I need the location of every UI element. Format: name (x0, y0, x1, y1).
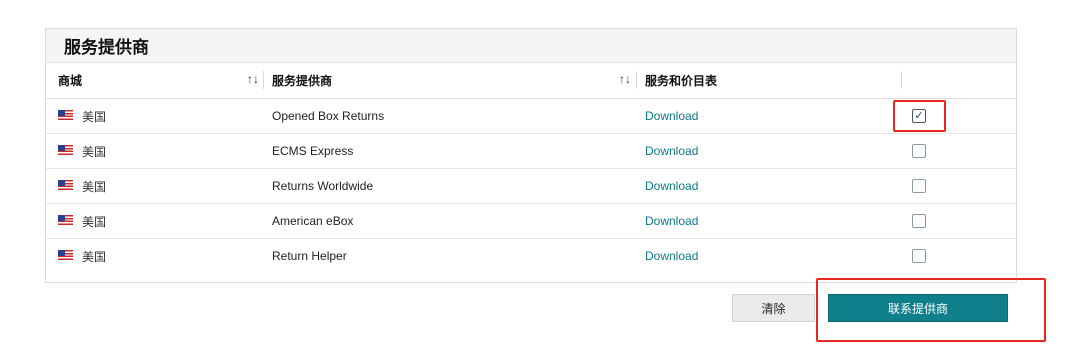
header-price-list: 服务和价目表 (645, 74, 718, 88)
provider-name: American eBox (272, 214, 354, 228)
header-marketplace: 商城 (58, 74, 83, 88)
provider-name: ECMS Express (272, 144, 354, 158)
download-link[interactable]: Download (645, 239, 698, 273)
panel-title: 服务提供商 (64, 38, 149, 57)
country-label: 美国 (82, 109, 107, 124)
contact-provider-button[interactable]: 联系提供商 (828, 294, 1008, 322)
row-checkbox[interactable] (912, 249, 926, 263)
provider-name: Returns Worldwide (272, 179, 374, 193)
us-flag-icon (58, 180, 73, 190)
panel-header: 服务提供商 (46, 29, 1016, 63)
row-checkbox[interactable] (912, 179, 926, 193)
table-row: 美国 Returns Worldwide Download (46, 169, 1016, 204)
header-provider: 服务提供商 (272, 74, 333, 88)
country-label: 美国 (82, 179, 107, 194)
sort-icon[interactable]: ↑↓ (619, 72, 631, 86)
sort-icon[interactable]: ↑↓ (247, 72, 259, 86)
us-flag-icon (58, 110, 73, 120)
us-flag-icon (58, 250, 73, 260)
provider-name: Opened Box Returns (272, 109, 385, 123)
clear-button[interactable]: 清除 (732, 294, 815, 322)
column-divider (636, 71, 637, 89)
country-label: 美国 (82, 144, 107, 159)
download-link[interactable]: Download (645, 204, 698, 238)
table-row: 美国 Opened Box Returns Download ✓ (46, 99, 1016, 134)
provider-name: Return Helper (272, 249, 347, 263)
column-divider (901, 71, 902, 89)
us-flag-icon (58, 145, 73, 155)
row-checkbox[interactable] (912, 214, 926, 228)
download-link[interactable]: Download (645, 134, 698, 168)
us-flag-icon (58, 215, 73, 225)
country-label: 美国 (82, 249, 107, 264)
country-label: 美国 (82, 214, 107, 229)
table-header: 商城 ↑↓ 服务提供商 ↑↓ 服务和价目表 (46, 63, 1016, 99)
table-row: 美国 American eBox Download (46, 204, 1016, 239)
download-link[interactable]: Download (645, 169, 698, 203)
row-checkbox[interactable] (912, 144, 926, 158)
column-divider (263, 71, 264, 89)
service-provider-panel: 服务提供商 商城 ↑↓ 服务提供商 ↑↓ 服务和价目表 美国 Opened Bo… (45, 28, 1017, 283)
row-checkbox[interactable]: ✓ (912, 109, 926, 123)
download-link[interactable]: Download (645, 99, 698, 133)
table-row: 美国 ECMS Express Download (46, 134, 1016, 169)
table-row: 美国 Return Helper Download (46, 239, 1016, 273)
